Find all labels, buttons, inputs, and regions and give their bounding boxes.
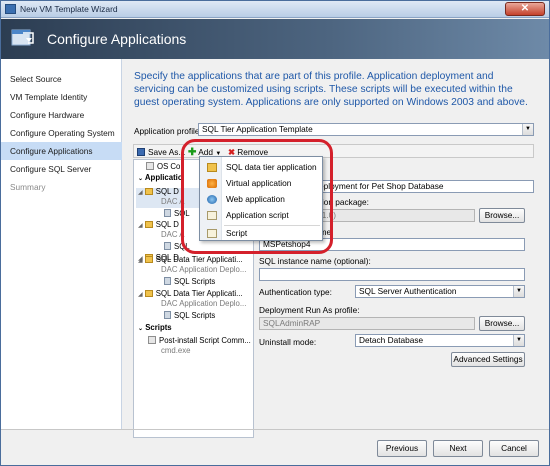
footer-divider <box>1 429 549 430</box>
nav-item-configure-hardware[interactable]: Configure Hardware <box>1 106 122 124</box>
os-label: OS Co <box>157 162 181 171</box>
collapse-icon: ◢ <box>138 292 143 298</box>
close-button[interactable]: ✕ <box>505 2 545 16</box>
collapse-icon: ◢ <box>138 190 143 196</box>
nav-item-configure-applications[interactable]: Configure Applications <box>1 142 122 160</box>
sql-folder-icon <box>144 256 153 263</box>
auth-value: SQL Server Authentication <box>359 286 457 296</box>
tree-item-os[interactable]: OS Co <box>146 162 180 171</box>
banner: Configure Applications <box>1 19 549 59</box>
nav-item-configure-os[interactable]: Configure Operating System <box>1 124 122 142</box>
uninstall-value: Detach Database <box>359 335 424 345</box>
chevron-down-icon: ▼ <box>513 335 524 346</box>
runas-field: SQLAdminRAP <box>259 317 475 330</box>
sql-folder-icon <box>144 221 153 228</box>
app-5-child-label: SQL Scripts <box>174 311 216 320</box>
os-icon <box>146 162 154 170</box>
title-bar: New VM Template Wizard ✕ <box>1 1 549 18</box>
sql-script-icon <box>164 209 171 217</box>
applications-icon <box>11 29 34 46</box>
nav-item-vm-template-identity[interactable]: VM Template Identity <box>1 88 122 106</box>
highlight-ring <box>181 139 333 254</box>
scripts-header-label: Scripts <box>145 323 172 332</box>
profile-value: SQL Tier Application Template <box>202 124 313 134</box>
auth-label: Authentication type: <box>259 287 332 297</box>
tree-item-app-5-sub: DAC Application Deplo... <box>161 299 247 308</box>
script-icon <box>148 336 156 344</box>
previous-button[interactable]: Previous <box>377 440 427 457</box>
save-as-button[interactable]: Save As... <box>137 146 185 158</box>
application-name-field[interactable]: eployment for Pet Shop Database <box>315 180 534 193</box>
nav-item-configure-sql-server[interactable]: Configure SQL Server <box>1 160 122 178</box>
sql-folder-icon <box>144 188 153 195</box>
package-field: (1.0) <box>315 209 475 222</box>
page-title: Configure Applications <box>47 31 187 47</box>
cancel-button[interactable]: Cancel <box>489 440 539 457</box>
nav-item-summary: Summary <box>10 182 46 192</box>
save-as-label: Save As... <box>148 147 186 157</box>
app-4-title: SQL Data Tier Applicati... <box>155 255 243 264</box>
tree-header-scripts[interactable]: ⌄ Scripts <box>138 323 172 334</box>
chevron-down-icon: ▼ <box>522 124 533 135</box>
sql-script-icon <box>164 311 171 319</box>
app-1-title: SQL D <box>155 187 179 196</box>
collapse-icon: ◢ <box>138 223 143 229</box>
tree-item-script[interactable]: Post-install Script Comm... <box>148 336 251 345</box>
wizard-nav: Select Source VM Template Identity Confi… <box>1 59 122 429</box>
app-4-child-label: SQL Scripts <box>174 277 216 286</box>
tree-item-app-5-child[interactable]: SQL Scripts <box>164 311 215 320</box>
advanced-settings-button[interactable]: Advanced Settings <box>451 352 525 367</box>
next-button[interactable]: Next <box>433 440 483 457</box>
tree-item-app-4-child[interactable]: SQL Scripts <box>164 277 215 286</box>
tree-header-applications[interactable]: ⌄ Applicatio <box>138 173 183 184</box>
tree-item-script-sub: cmd.exe <box>161 346 191 355</box>
wizard-window: New VM Template Wizard ✕ Configure Appli… <box>0 0 550 466</box>
chevron-down-icon: ▼ <box>513 286 524 297</box>
collapse-icon: ⌄ <box>138 326 144 332</box>
instance-label: SQL instance name (optional): <box>259 256 371 266</box>
page-description: Specify the applications that are part o… <box>134 71 528 108</box>
app-2-title: SQL D <box>155 220 179 229</box>
auth-type-select[interactable]: SQL Server Authentication ▼ <box>355 285 525 298</box>
package-browse-button[interactable]: Browse... <box>479 208 525 223</box>
applications-header-label: Applicatio <box>144 173 183 182</box>
instance-name-field[interactable] <box>259 268 525 281</box>
nav-item-select-source[interactable]: Select Source <box>1 70 122 88</box>
profile-label: Application profile: <box>134 126 202 136</box>
sql-script-icon <box>164 277 171 285</box>
collapse-icon: ◢ <box>138 258 143 264</box>
uninstall-label: Uninstall mode: <box>259 337 317 347</box>
runas-browse-button[interactable]: Browse... <box>479 316 525 331</box>
collapse-icon: ⌄ <box>138 176 144 182</box>
sql-folder-icon <box>144 290 153 297</box>
uninstall-mode-select[interactable]: Detach Database ▼ <box>355 334 525 347</box>
tree-item-app-4-sub: DAC Application Deplo... <box>161 265 247 274</box>
window-title: New VM Template Wizard <box>20 4 118 14</box>
application-profile-select[interactable]: SQL Tier Application Template ▼ <box>198 123 534 136</box>
save-icon <box>137 148 145 156</box>
sql-script-icon <box>164 242 171 250</box>
script-title: Post-install Script Comm... <box>159 336 251 345</box>
app-5-title: SQL Data Tier Applicati... <box>155 289 243 298</box>
runas-label: Deployment Run As profile: <box>259 305 360 315</box>
app-icon <box>5 4 16 14</box>
